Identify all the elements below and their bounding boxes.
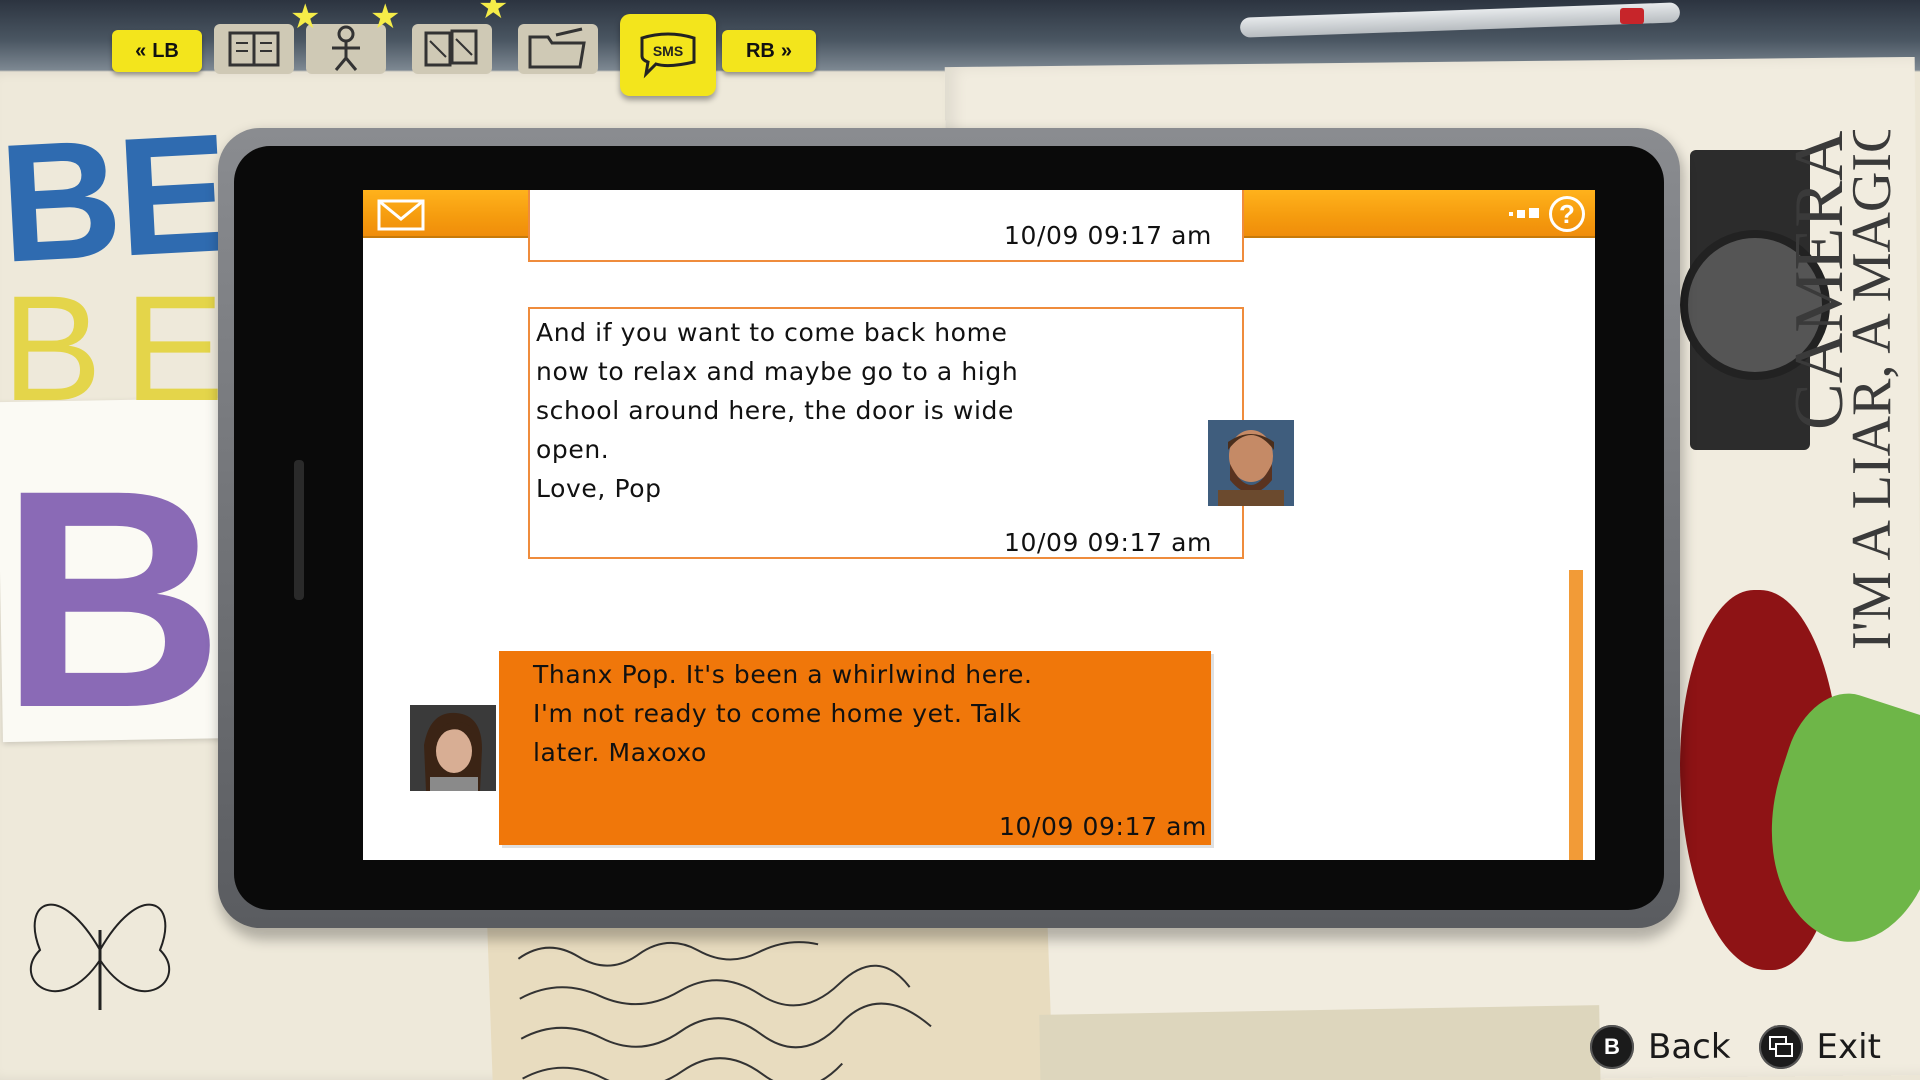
photos-icon [424,29,478,67]
right-bumper-button[interactable]: RB » [722,30,816,72]
back-prompt[interactable]: B Back [1590,1025,1731,1069]
back-label: Back [1648,1027,1731,1067]
folder-icon [528,27,586,69]
right-bumper-label: RB [745,39,775,62]
envelope-icon [377,199,425,231]
camera-collage: CAMERA I'M A LIAR, A MAGICIAN [1680,130,1920,690]
exit-prompt[interactable]: Exit [1758,1025,1881,1069]
pop-avatar [1208,420,1294,506]
help-button[interactable]: ? [1549,196,1585,232]
b-button-icon: B [1590,1025,1634,1069]
tape-strip [1039,1005,1601,1080]
collage-letters-yellow: BE [2,264,247,432]
tab-documents[interactable] [518,24,598,74]
star-icon: ★ [290,0,321,37]
message-timestamp: 10/09 09:17 am [1003,528,1212,557]
tab-journal[interactable] [214,24,294,74]
left-bumper-label: LB [152,39,179,62]
star-icon: ★ [478,0,509,27]
message-timestamp: 10/09 09:17 am [1003,221,1212,250]
sms-icon: SMS [640,32,696,79]
message-timestamp: 10/09 09:17 am [998,812,1207,841]
tab-photos[interactable] [412,24,492,74]
signal-icon [1509,208,1539,218]
journal-tab-bar: « LB SMS RB » ★ ★ ★ [0,0,960,100]
pencil-tip [1620,8,1644,24]
left-double-chevron-icon: « [135,39,147,62]
view-button-icon [1758,1025,1803,1069]
message-bubble-incoming: 10/09 09:17 am [528,190,1244,262]
message-text: Thanx Pop. It's been a whirlwind here. I… [533,660,1033,767]
message-bubble-outgoing: Thanx Pop. It's been a whirlwind here. I… [499,651,1211,845]
message-text: And if you want to come back home now to… [536,318,1019,503]
star-icon: ★ [370,0,401,37]
left-bumper-button[interactable]: « LB [112,30,202,72]
character-icon [332,25,360,71]
butterfly-doodle [29,903,171,1010]
phone-side-button [294,460,304,600]
tab-sms[interactable]: SMS [620,14,716,96]
exit-label: Exit [1816,1027,1881,1067]
sms-tab-label: SMS [653,43,683,59]
scrollbar[interactable] [1569,570,1583,860]
button-prompts: B Back Exit [1590,1024,1909,1070]
max-avatar [410,705,496,791]
phone-screen: ? 10/09 09:17 am And if you want to come… [363,190,1595,860]
journal-icon [228,31,280,67]
message-bubble-incoming: And if you want to come back home now to… [528,307,1244,559]
right-double-chevron-icon: » [780,39,792,62]
pencil-prop [1239,2,1681,38]
